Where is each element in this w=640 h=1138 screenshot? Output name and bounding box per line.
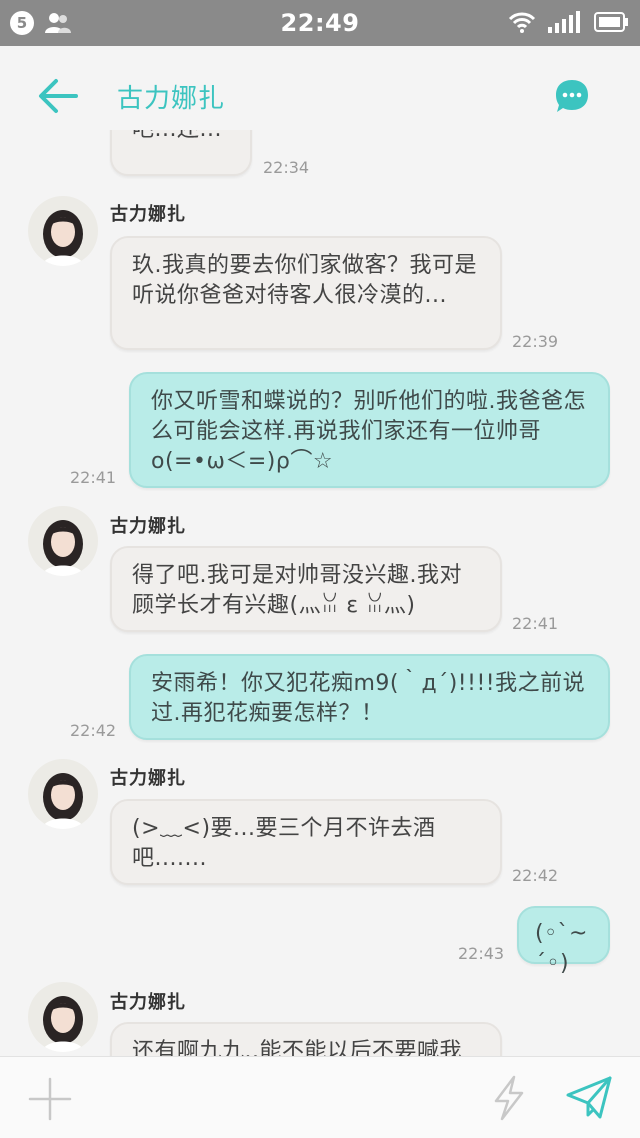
back-button[interactable] (36, 76, 80, 116)
message-text: 安雨希！你又犯花痴m9(｀д´)!!!!我之前说过.再犯花痴要怎样？！ (151, 671, 586, 726)
send-button[interactable] (566, 1075, 612, 1121)
sender-name: 古力娜扎 (110, 516, 186, 537)
battery-icon (594, 12, 628, 32)
add-attachment-button[interactable] (28, 1077, 72, 1121)
avatar[interactable] (28, 759, 98, 829)
message-bubble-outgoing[interactable]: 你又听雪和蝶说的？别听他们的啦.我爸爸怎么可能会这样.再说我们家还有一位帅哥o(… (129, 372, 610, 488)
sender-name: 古力娜扎 (110, 768, 186, 789)
message-list[interactable]: 吧...还... 22:34 古力娜扎 玖.我真的要去你们家做客？我可是听说你爸… (0, 130, 640, 1056)
message-time: 22:42 (512, 866, 559, 885)
message-text: (◦`~´◦) (535, 921, 588, 976)
chat-menu-button[interactable] (554, 78, 590, 114)
message-time: 22:42 (70, 721, 117, 740)
message-time: 22:41 (70, 468, 117, 487)
message-bubble-outgoing[interactable]: (◦`~´◦) (517, 906, 610, 976)
status-bar: 5 22:49 (0, 0, 640, 46)
sender-name: 古力娜扎 (110, 992, 186, 1013)
quick-reply-button[interactable] (490, 1075, 528, 1121)
message-time: 22:43 (458, 944, 505, 963)
send-icon (566, 1076, 612, 1119)
message-text: 你又听雪和蝶说的？别听他们的啦.我爸爸怎么可能会这样.再说我们家还有一位帅哥o(… (151, 389, 586, 474)
message-text: 玖.我真的要去你们家做客？我可是听说你爸爸对待客人很冷漠的... (132, 253, 477, 308)
message-text: 吧...还... (132, 130, 222, 142)
message-bubble-incoming[interactable]: (>﹏<)要...要三个月不许去酒吧....... (110, 799, 502, 885)
message-text: 得了吧.我可是对帅哥没兴趣.我对顾学长才有兴趣(灬ꈍ ε ꈍ灬) (132, 563, 462, 618)
arrow-left-icon (39, 79, 78, 113)
message-bubble-incoming[interactable]: 还有啊九九..能不能以后不要喊我 (110, 1022, 502, 1056)
avatar[interactable] (28, 506, 98, 576)
avatar[interactable] (28, 196, 98, 266)
status-right (508, 11, 628, 33)
message-time: 22:39 (512, 332, 559, 351)
message-bubble-incoming[interactable]: 玖.我真的要去你们家做客？我可是听说你爸爸对待客人很冷漠的... (110, 236, 502, 350)
wifi-icon (508, 12, 536, 33)
message-time: 22:41 (512, 614, 559, 633)
signal-icon (548, 11, 580, 33)
message-bubble-outgoing[interactable]: 安雨希！你又犯花痴m9(｀д´)!!!!我之前说过.再犯花痴要怎样？！ (129, 654, 610, 740)
sender-name: 古力娜扎 (110, 204, 186, 225)
lightning-icon (494, 1075, 524, 1121)
message-text: (>﹏<)要...要三个月不许去酒吧....... (132, 816, 436, 871)
avatar[interactable] (28, 982, 98, 1052)
plus-icon (28, 1077, 72, 1121)
message-bubble-incoming[interactable]: 得了吧.我可是对帅哥没兴趣.我对顾学长才有兴趣(灬ꈍ ε ꈍ灬) (110, 546, 502, 632)
chat-bubble-icon (556, 80, 588, 112)
input-bar (0, 1056, 640, 1138)
message-time: 22:34 (263, 158, 310, 177)
message-bubble-incoming[interactable]: 吧...还... (110, 130, 252, 176)
message-text: 还有啊九九..能不能以后不要喊我 (132, 1039, 462, 1056)
chat-title: 古力娜扎 (117, 84, 226, 114)
